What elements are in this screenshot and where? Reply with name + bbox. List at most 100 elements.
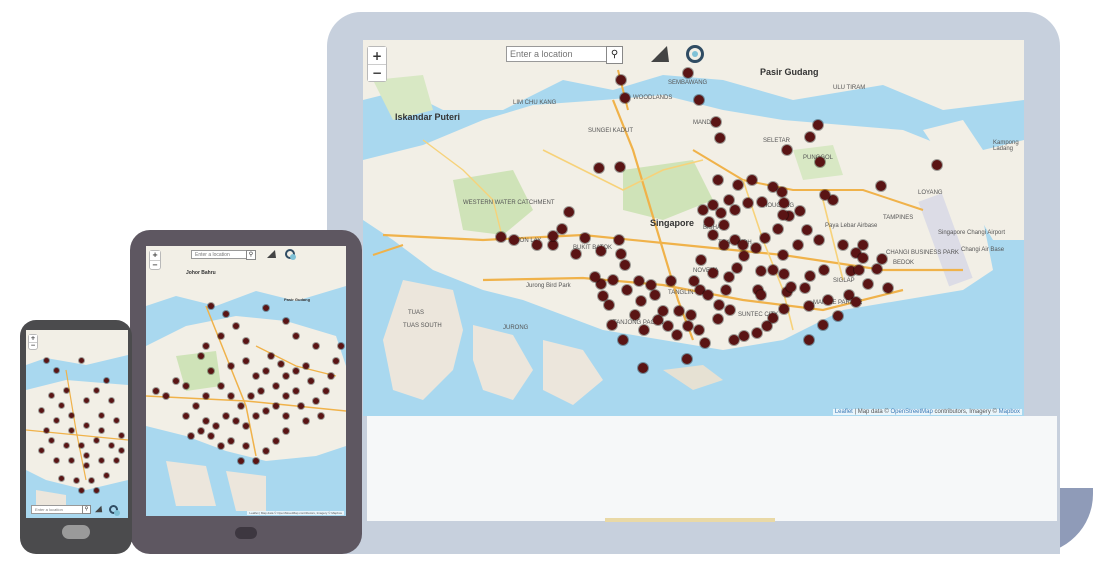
tablet-map-marker[interactable] — [163, 393, 169, 399]
laptop-map-marker[interactable] — [686, 310, 696, 320]
phone-map-marker[interactable] — [98, 412, 104, 418]
laptop-map-marker[interactable] — [725, 305, 735, 315]
laptop-map-marker[interactable] — [815, 157, 825, 167]
laptop-map-marker[interactable] — [804, 301, 814, 311]
laptop-map-marker[interactable] — [804, 335, 814, 345]
tablet-map-marker[interactable] — [273, 438, 279, 444]
tablet-map-marker[interactable] — [243, 358, 249, 364]
phone-map[interactable]: + − ⚲ — [26, 330, 128, 518]
tablet-map-marker[interactable] — [273, 383, 279, 389]
laptop-map-marker[interactable] — [557, 224, 567, 234]
tablet-map-marker[interactable] — [183, 383, 189, 389]
tablet-map-marker[interactable] — [283, 428, 289, 434]
phone-map-marker[interactable] — [93, 487, 99, 493]
phone-map-marker[interactable] — [53, 367, 59, 373]
tablet-map-marker[interactable] — [333, 358, 339, 364]
tablet-search-input[interactable] — [191, 250, 249, 259]
laptop-map-marker[interactable] — [663, 321, 673, 331]
phone-map-marker[interactable] — [78, 442, 84, 448]
phone-map-marker[interactable] — [113, 457, 119, 463]
laptop-map-marker[interactable] — [777, 187, 787, 197]
tablet-map-marker[interactable] — [253, 373, 259, 379]
phone-map-marker[interactable] — [78, 487, 84, 493]
phone-map-marker[interactable] — [43, 427, 49, 433]
laptop-map-marker[interactable] — [743, 198, 753, 208]
laptop-map-marker[interactable] — [733, 180, 743, 190]
laptop-map-marker[interactable] — [700, 338, 710, 348]
tablet-map-marker[interactable] — [193, 403, 199, 409]
tablet-map-marker[interactable] — [308, 378, 314, 384]
tablet-map-marker[interactable] — [228, 438, 234, 444]
laptop-map-marker[interactable] — [802, 225, 812, 235]
tablet-map-marker[interactable] — [238, 403, 244, 409]
phone-map-marker[interactable] — [53, 417, 59, 423]
tablet-zoom-out-button[interactable]: − — [150, 260, 160, 269]
laptop-map-marker[interactable] — [682, 354, 692, 364]
laptop-map-marker[interactable] — [729, 335, 739, 345]
phone-map-marker[interactable] — [103, 377, 109, 383]
tablet-map-marker[interactable] — [253, 413, 259, 419]
tablet-search-button[interactable]: ⚲ — [246, 250, 256, 260]
laptop-map-marker[interactable] — [823, 295, 833, 305]
tablet-map-marker[interactable] — [218, 333, 224, 339]
phone-map-marker[interactable] — [98, 457, 104, 463]
laptop-map-marker[interactable] — [564, 207, 574, 217]
phone-map-marker[interactable] — [48, 392, 54, 398]
tablet-map-marker[interactable] — [283, 373, 289, 379]
tablet-map-marker[interactable] — [273, 403, 279, 409]
laptop-map-marker[interactable] — [786, 282, 796, 292]
phone-map-marker[interactable] — [113, 417, 119, 423]
laptop-map-marker[interactable] — [708, 268, 718, 278]
osm-link[interactable]: OpenStreetMap — [891, 409, 933, 415]
tablet-map-marker[interactable] — [283, 393, 289, 399]
phone-home-button[interactable] — [62, 525, 90, 539]
laptop-map-marker[interactable] — [760, 233, 770, 243]
laptop-map-marker[interactable] — [683, 321, 693, 331]
tablet-map-marker[interactable] — [293, 368, 299, 374]
laptop-map-marker[interactable] — [719, 220, 729, 230]
phone-map-marker[interactable] — [68, 427, 74, 433]
laptop-map-marker[interactable] — [703, 290, 713, 300]
phone-map-marker[interactable] — [68, 412, 74, 418]
tablet-map-marker[interactable] — [253, 458, 259, 464]
phone-map-marker[interactable] — [93, 387, 99, 393]
laptop-map-marker[interactable] — [768, 313, 778, 323]
tablet-map-marker[interactable] — [268, 353, 274, 359]
tablet-map-marker[interactable] — [318, 413, 324, 419]
laptop-map-marker[interactable] — [674, 306, 684, 316]
phone-map-marker[interactable] — [108, 442, 114, 448]
laptop-map-marker[interactable] — [779, 269, 789, 279]
laptop-map-marker[interactable] — [658, 306, 668, 316]
tablet-map-marker[interactable] — [223, 311, 229, 317]
laptop-map-marker[interactable] — [548, 240, 558, 250]
tablet-map-marker[interactable] — [243, 443, 249, 449]
laptop-map-marker[interactable] — [932, 160, 942, 170]
laptop-map-marker[interactable] — [653, 315, 663, 325]
tablet-map-marker[interactable] — [293, 388, 299, 394]
tablet-map-marker[interactable] — [203, 393, 209, 399]
laptop-map-marker[interactable] — [714, 300, 724, 310]
phone-map-marker[interactable] — [68, 457, 74, 463]
mapbox-link[interactable]: Mapbox — [999, 409, 1020, 415]
tablet-map-marker[interactable] — [263, 448, 269, 454]
laptop-map-marker[interactable] — [620, 93, 630, 103]
laptop-map-marker[interactable] — [858, 253, 868, 263]
laptop-map-marker[interactable] — [634, 276, 644, 286]
laptop-map-marker[interactable] — [820, 190, 830, 200]
laptop-map-marker[interactable] — [594, 163, 604, 173]
search-input[interactable] — [506, 46, 608, 62]
tablet-map-marker[interactable] — [293, 333, 299, 339]
phone-map-marker[interactable] — [38, 407, 44, 413]
phone-map-marker[interactable] — [83, 452, 89, 458]
tablet-map-marker[interactable] — [278, 361, 284, 367]
phone-map-marker[interactable] — [83, 397, 89, 403]
laptop-map-marker[interactable] — [596, 246, 606, 256]
laptop-map-marker[interactable] — [683, 68, 693, 78]
laptop-map-marker[interactable] — [607, 320, 617, 330]
laptop-map-marker[interactable] — [704, 217, 714, 227]
laptop-map-marker[interactable] — [778, 210, 788, 220]
phone-map-marker[interactable] — [83, 462, 89, 468]
phone-map-marker[interactable] — [58, 402, 64, 408]
laptop-map-marker[interactable] — [863, 279, 873, 289]
tablet-map-marker[interactable] — [283, 413, 289, 419]
